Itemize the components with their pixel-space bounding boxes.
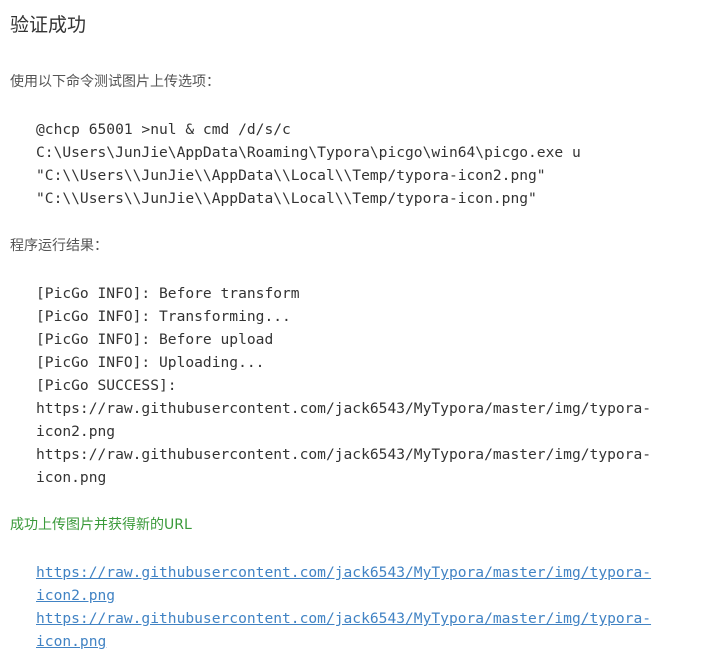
output-line: [PicGo INFO]: Transforming... bbox=[36, 308, 291, 325]
success-note: 成功上传图片并获得新的URL bbox=[10, 517, 192, 533]
output-line: icon.png bbox=[36, 469, 107, 486]
output-line: [PicGo SUCCESS]: bbox=[36, 377, 177, 394]
command-line: @chcp 65001 >nul & cmd /d/s/c bbox=[36, 121, 291, 138]
command-line: C:\Users\JunJie\AppData\Roaming\Typora\p… bbox=[36, 144, 581, 161]
page-title: 验证成功 bbox=[10, 14, 87, 36]
usage-note: 使用以下命令测试图片上传选项： bbox=[10, 74, 220, 90]
uploaded-url-link[interactable]: icon.png bbox=[36, 630, 651, 653]
output-line: https://raw.githubusercontent.com/jack65… bbox=[36, 400, 652, 417]
output-line: https://raw.githubusercontent.com/jack65… bbox=[36, 446, 652, 463]
uploaded-url-link[interactable]: https://raw.githubusercontent.com/jack65… bbox=[36, 561, 651, 584]
result-note: 程序运行结果： bbox=[10, 238, 108, 254]
uploaded-url-link[interactable]: icon2.png bbox=[36, 584, 651, 607]
uploaded-url-link[interactable]: https://raw.githubusercontent.com/jack65… bbox=[36, 607, 651, 630]
output-block: [PicGo INFO]: Before transform [PicGo IN… bbox=[36, 282, 651, 489]
output-line: [PicGo INFO]: Before upload bbox=[36, 331, 274, 348]
command-line: "C:\\Users\\JunJie\\AppData\\Local\\Temp… bbox=[36, 167, 546, 184]
command-line: "C:\\Users\\JunJie\\AppData\\Local\\Temp… bbox=[36, 190, 537, 207]
command-block: @chcp 65001 >nul & cmd /d/s/c C:\Users\J… bbox=[36, 118, 581, 210]
output-line: icon2.png bbox=[36, 423, 116, 440]
url-block: https://raw.githubusercontent.com/jack65… bbox=[36, 561, 651, 653]
output-line: [PicGo INFO]: Before transform bbox=[36, 285, 300, 302]
output-line: [PicGo INFO]: Uploading... bbox=[36, 354, 265, 371]
